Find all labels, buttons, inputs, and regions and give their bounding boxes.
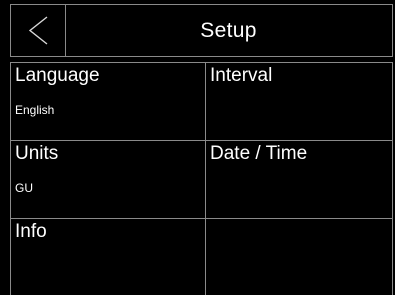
menu-item-empty: [205, 218, 393, 295]
chevron-left-icon: [28, 16, 48, 45]
setup-screen: Setup Language English Interval Units GU…: [0, 0, 395, 295]
menu-item-date-time[interactable]: Date / Time: [205, 140, 393, 218]
menu-item-label: Language: [15, 65, 100, 86]
page-title: Setup: [200, 18, 257, 42]
menu-item-info[interactable]: Info: [10, 218, 205, 295]
menu-item-value: GU: [15, 181, 33, 195]
menu-item-value: English: [15, 103, 55, 117]
header-bar: Setup: [10, 4, 393, 57]
menu-item-language[interactable]: Language English: [10, 62, 205, 140]
menu-item-label: Date / Time: [210, 143, 308, 164]
menu-item-label: Info: [15, 221, 47, 242]
back-button[interactable]: [11, 5, 66, 56]
settings-menu-grid: Language English Interval Units GU Date …: [10, 62, 393, 295]
menu-item-units[interactable]: Units GU: [10, 140, 205, 218]
menu-item-label: Units: [15, 143, 59, 164]
menu-item-interval[interactable]: Interval: [205, 62, 393, 140]
menu-item-label: Interval: [210, 65, 273, 86]
